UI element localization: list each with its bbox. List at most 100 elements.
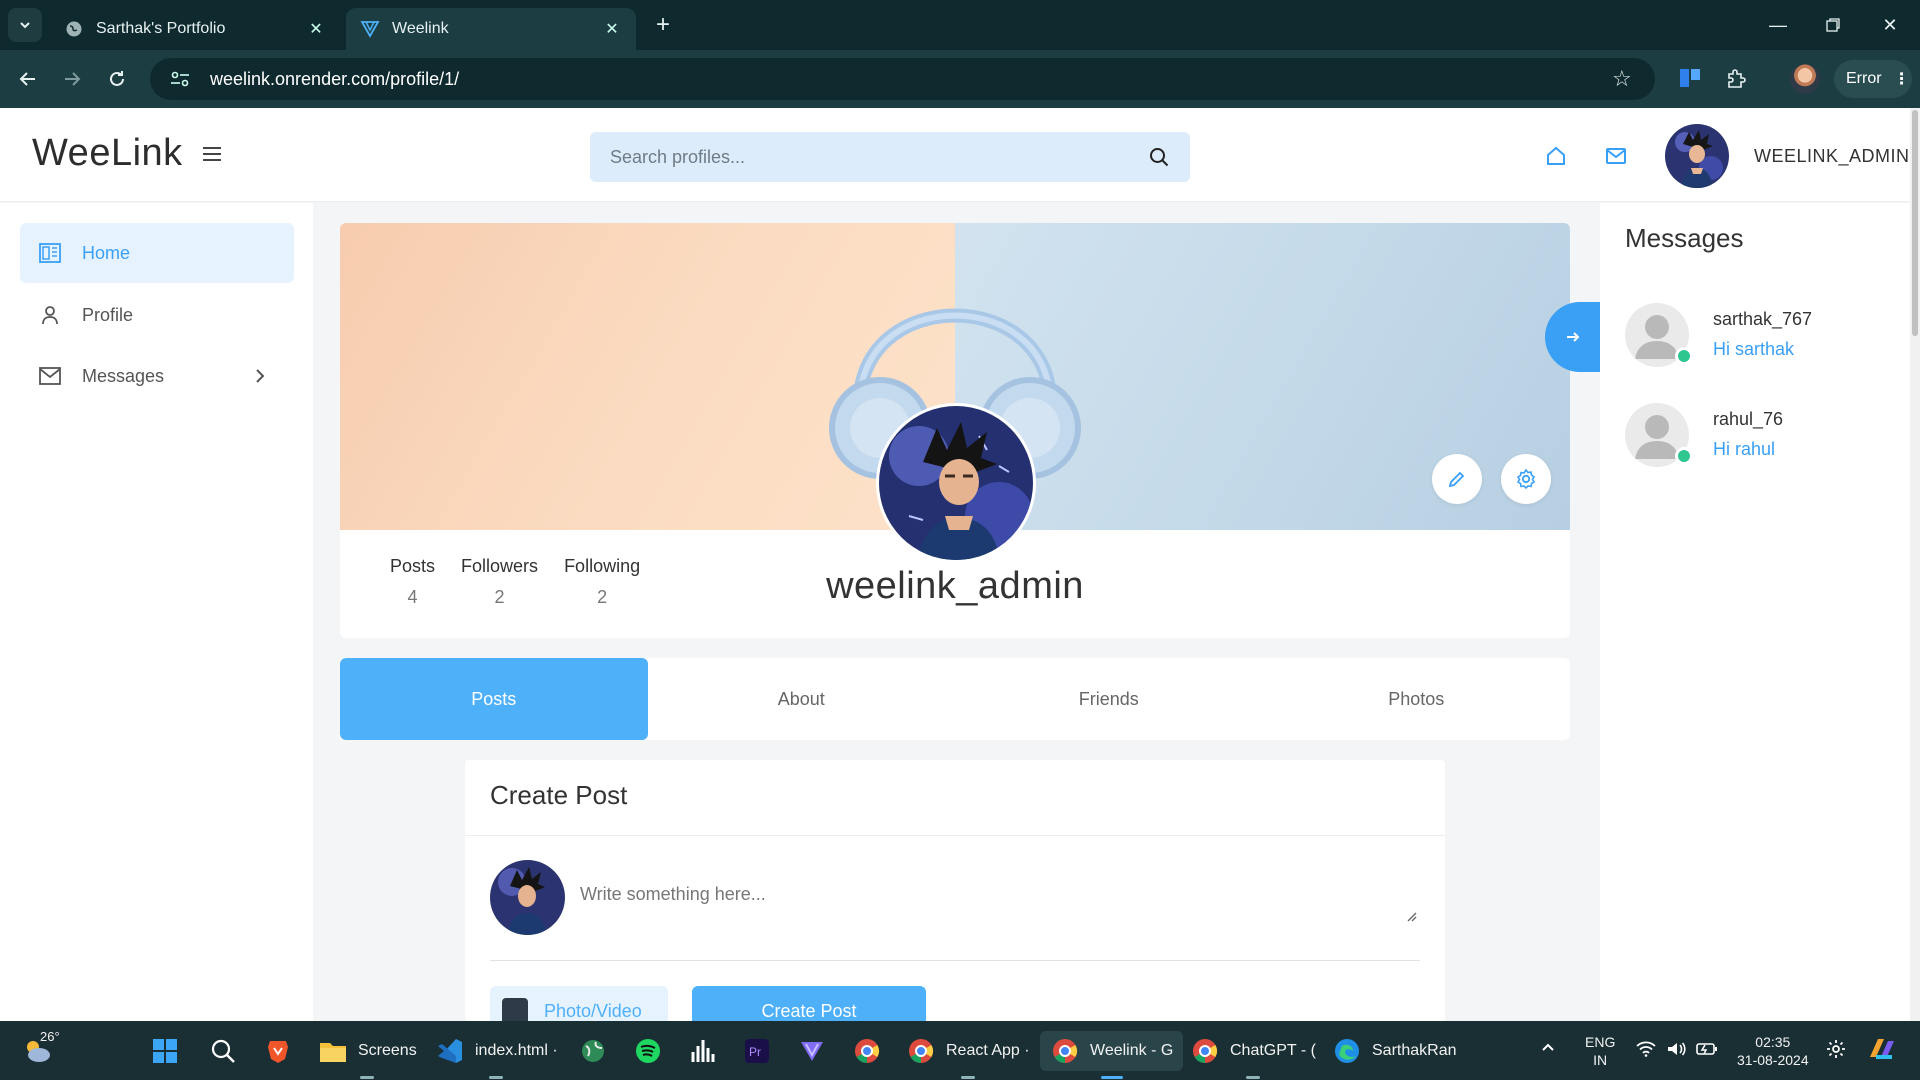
taskbar-vscode[interactable]: index.html · xyxy=(435,1031,558,1079)
user-avatar[interactable] xyxy=(1665,124,1729,188)
sidebar-item-profile[interactable]: Profile xyxy=(20,285,294,345)
clock[interactable]: 02:35 31-08-2024 xyxy=(1737,1033,1809,1069)
message-item[interactable]: rahul_76 Hi rahul xyxy=(1625,403,1895,473)
forward-button[interactable] xyxy=(56,63,88,95)
equalizer-icon xyxy=(688,1036,718,1066)
profile-avatar xyxy=(876,403,1036,563)
messages-panel: Messages sarthak_767 Hi sarthak rahul_76… xyxy=(1600,203,1910,1021)
search-input[interactable] xyxy=(610,146,1148,168)
extension-trello-icon[interactable] xyxy=(1676,65,1704,93)
back-button[interactable] xyxy=(12,63,44,95)
online-indicator xyxy=(1675,447,1693,465)
search-icon[interactable] xyxy=(1148,146,1170,168)
taskbar-chrome[interactable] xyxy=(852,1031,892,1071)
mail-icon xyxy=(38,364,62,388)
restore-button[interactable] xyxy=(1813,10,1853,40)
notification-settings-icon[interactable] xyxy=(1826,1039,1846,1063)
windows-icon xyxy=(150,1036,180,1066)
close-icon[interactable]: ✕ xyxy=(306,19,326,39)
vpn-icon xyxy=(797,1036,827,1066)
volume-icon[interactable] xyxy=(1666,1041,1686,1061)
profile-card: Posts 4 Followers 2 Following 2 weelink_… xyxy=(340,223,1570,638)
taskbar-edge[interactable]: SarthakRan xyxy=(1332,1031,1457,1071)
extensions-puzzle-icon[interactable] xyxy=(1722,65,1750,93)
taskbar-premiere[interactable]: Pr xyxy=(742,1031,782,1071)
settings-button[interactable] xyxy=(1501,454,1551,504)
taskbar-chrome-weelink[interactable]: Weelink - G xyxy=(1040,1031,1184,1079)
taskbar-chrome-react-app[interactable]: React App · xyxy=(906,1031,1030,1079)
weather-widget[interactable]: 26° xyxy=(22,1029,62,1071)
url-bar[interactable]: weelink.onrender.com/profile/1/ xyxy=(150,58,1655,100)
tab-search-button[interactable] xyxy=(8,8,42,42)
scrollbar-thumb[interactable] xyxy=(1912,110,1918,336)
add-photo-video-button[interactable]: Photo/Video xyxy=(490,986,668,1021)
folder-icon xyxy=(318,1036,348,1066)
mail-icon[interactable] xyxy=(1604,144,1630,170)
tab-title: Sarthak's Portfolio xyxy=(96,20,226,37)
restore-icon xyxy=(1826,18,1840,32)
sidebar-item-home[interactable]: Home xyxy=(20,223,294,283)
tab-title: Weelink xyxy=(392,20,449,37)
close-window-button[interactable]: ✕ xyxy=(1870,10,1910,40)
new-tab-button[interactable]: + xyxy=(648,10,678,40)
sidebar-item-label: Messages xyxy=(82,365,165,386)
taskbar-chrome-chatgpt[interactable]: ChatGPT - ( xyxy=(1190,1031,1316,1079)
weelink-logo-icon xyxy=(360,19,380,39)
post-content-input[interactable] xyxy=(580,860,1420,935)
header-username[interactable]: WEELINK_ADMIN xyxy=(1754,146,1910,167)
taskbar-spotify[interactable] xyxy=(633,1031,673,1071)
language-indicator[interactable]: ENG IN xyxy=(1585,1033,1615,1069)
menu-toggle-icon[interactable] xyxy=(200,142,224,166)
taskbar-audio-app[interactable] xyxy=(688,1031,728,1071)
more-vertical-icon: ⋮ xyxy=(1893,71,1910,88)
globe-icon xyxy=(578,1036,608,1066)
browser-profile-avatar[interactable] xyxy=(1790,64,1820,94)
taskbar-brave[interactable] xyxy=(263,1031,303,1071)
close-icon[interactable]: ✕ xyxy=(602,19,622,39)
chrome-icon xyxy=(906,1036,936,1066)
os-taskbar: 26° Screens index.html · Pr React App · … xyxy=(0,1021,1920,1080)
error-label: Error xyxy=(1846,70,1882,87)
url-text: weelink.onrender.com/profile/1/ xyxy=(210,68,460,89)
tab-photos[interactable]: Photos xyxy=(1263,658,1571,740)
arrow-left-icon xyxy=(19,72,35,86)
show-hidden-icons-button[interactable] xyxy=(1540,1039,1556,1059)
taskbar-vpn-app[interactable] xyxy=(797,1031,837,1071)
bookmark-star-icon[interactable]: ☆ xyxy=(1612,66,1632,92)
wifi-icon[interactable] xyxy=(1636,1041,1656,1061)
copilot-icon[interactable] xyxy=(1866,1035,1896,1067)
reload-button[interactable] xyxy=(101,63,133,95)
tab-posts[interactable]: Posts xyxy=(340,658,648,740)
browser-error-button[interactable]: Error ⋮ xyxy=(1834,60,1912,98)
globe-icon xyxy=(64,19,84,39)
brave-icon xyxy=(263,1036,293,1066)
sidebar-item-messages[interactable]: Messages xyxy=(20,346,294,406)
pencil-icon xyxy=(1448,471,1465,488)
profile-username: weelink_admin xyxy=(826,565,1084,607)
minimize-button[interactable]: — xyxy=(1758,10,1798,40)
resize-handle-icon[interactable] xyxy=(1405,910,1417,922)
chrome-icon xyxy=(852,1036,882,1066)
taskbar-app-globe[interactable] xyxy=(578,1031,618,1071)
user-icon xyxy=(38,303,62,327)
edit-profile-button[interactable] xyxy=(1432,454,1482,504)
app-logo[interactable]: WeeLink xyxy=(32,132,183,175)
create-post-title: Create Post xyxy=(490,780,628,810)
tab-about[interactable]: About xyxy=(648,658,956,740)
create-post-button[interactable]: Create Post xyxy=(692,986,926,1021)
page-scrollbar[interactable] xyxy=(1910,108,1920,1021)
reload-icon xyxy=(110,71,124,86)
message-item[interactable]: sarthak_767 Hi sarthak xyxy=(1625,303,1895,373)
site-settings-icon[interactable] xyxy=(170,71,192,87)
battery-icon[interactable] xyxy=(1696,1041,1718,1061)
dashboard-icon xyxy=(38,241,62,265)
tab-friends[interactable]: Friends xyxy=(955,658,1263,740)
home-icon[interactable] xyxy=(1544,144,1570,170)
taskbar-search-button[interactable] xyxy=(208,1031,248,1071)
edge-icon xyxy=(1332,1036,1362,1066)
start-button[interactable] xyxy=(150,1031,190,1071)
taskbar-file-explorer[interactable]: Screens xyxy=(318,1031,417,1079)
message-sender: rahul_76 xyxy=(1713,409,1784,429)
browser-tab-weelink[interactable]: Weelink ✕ xyxy=(346,8,636,50)
browser-tab-portfolio[interactable]: Sarthak's Portfolio ✕ xyxy=(50,8,340,50)
